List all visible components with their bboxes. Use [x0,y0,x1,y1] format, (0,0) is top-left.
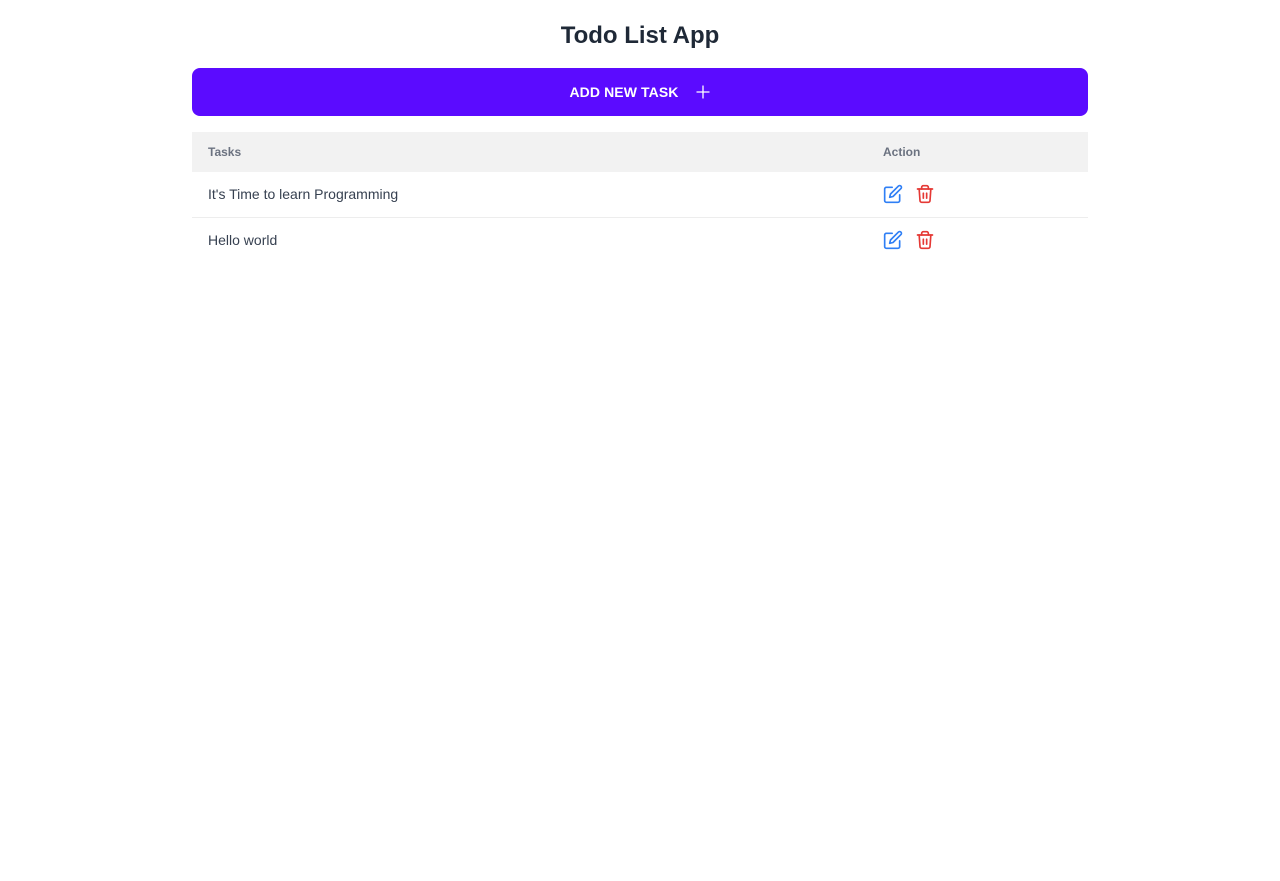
table-row: Hello world [192,217,1088,262]
add-new-task-label: ADD NEW TASK [569,84,679,100]
task-text: It's Time to learn Programming [208,186,399,203]
trash-icon[interactable] [915,184,935,204]
trash-icon[interactable] [915,230,935,250]
table-header-row: Tasks Action [192,132,1088,172]
table-row: It's Time to learn Programming [192,172,1088,217]
task-table: Tasks Action It's Time to learn Programm… [192,132,1088,262]
tasks-column-header: Tasks [208,145,242,159]
task-actions [867,172,1088,217]
edit-icon[interactable] [883,184,903,204]
edit-icon[interactable] [883,230,903,250]
add-new-task-button[interactable]: ADD NEW TASK [192,68,1088,116]
app-container: Todo List App ADD NEW TASK Tasks Action … [192,0,1088,262]
task-text: Hello world [208,231,278,248]
page-title: Todo List App [560,22,720,49]
plus-icon [695,84,711,100]
action-column-header: Action [883,145,921,159]
task-actions [867,217,1088,262]
